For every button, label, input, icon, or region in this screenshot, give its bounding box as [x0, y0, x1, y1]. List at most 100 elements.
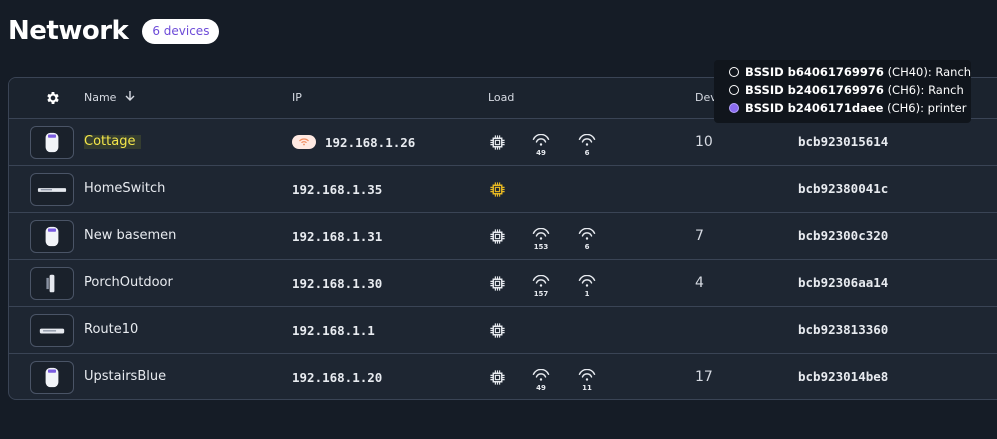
- cpu-chip-icon: [490, 323, 505, 338]
- wifi-radio-stat: 6: [575, 131, 599, 157]
- wifi-signal-icon: [578, 227, 596, 240]
- device-thumbnail: [30, 314, 74, 347]
- wifi-signal-icon: [532, 274, 550, 287]
- table-row[interactable]: PorchOutdoor 192.168.1.30 157 1 4 bcb92306aa1…: [9, 260, 997, 307]
- wifi-client-count: 6: [584, 243, 590, 251]
- ip-cell: 192.168.1.30: [292, 260, 382, 306]
- bssid-id: BSSID b24061769976: [745, 83, 884, 97]
- page-header: Network 6 devices: [8, 16, 220, 46]
- cpu-chip-icon: [490, 182, 505, 197]
- device-pro-ap-icon: [44, 226, 60, 247]
- mac-address: bcb92300c320: [798, 228, 889, 243]
- bssid-network-label: Ranch: [928, 83, 964, 97]
- gear-icon[interactable]: [45, 90, 61, 106]
- radio-button[interactable]: [729, 67, 739, 77]
- device-pro-ap-icon: [44, 132, 60, 153]
- mac-address: bcb923015614: [798, 134, 889, 149]
- device-count-badge: 6 devices: [142, 18, 220, 44]
- bssid-option[interactable]: BSSID b24061769976 (CH6): Ranch: [729, 81, 964, 99]
- connected-devices-count: 17: [695, 369, 713, 385]
- devices-table: Name IP Load Dev Cottage 192.168.1.26 49 6 1…: [8, 77, 997, 400]
- bssid-option[interactable]: BSSID b64061769976 (CH40): Ranch: [729, 63, 971, 81]
- table-row[interactable]: UpstairsBlue 192.168.1.20 49 11 17 bcb923014b…: [9, 354, 997, 399]
- connected-devices-count: 10: [695, 134, 713, 150]
- wifi-signal-icon: [578, 274, 596, 287]
- device-thumbnail: [30, 220, 74, 253]
- bssid-channel: (CH6):: [887, 101, 924, 115]
- wifi-signal-icon: [578, 368, 596, 381]
- bssid-network-label: Ranch: [935, 65, 972, 79]
- connected-devices-count: 4: [695, 275, 704, 291]
- wifi-client-count: 11: [582, 384, 592, 392]
- cpu-chip-icon: [490, 276, 505, 291]
- wifi-client-count: 157: [533, 290, 549, 298]
- device-thumbnail: [30, 267, 74, 300]
- device-switch-icon: [37, 186, 67, 194]
- ip-cell: 192.168.1.35: [292, 166, 382, 212]
- wifi-client-count: 49: [536, 384, 546, 392]
- table-row[interactable]: New basemen 192.168.1.31 153 6 7 bcb92300c320: [9, 213, 997, 260]
- bssid-option-label: BSSID b2406171daee (CH6): printer: [745, 101, 966, 115]
- device-thumbnail: [30, 173, 74, 206]
- arrow-down-icon: [125, 91, 135, 101]
- device-name-link[interactable]: PorchOutdoor: [84, 260, 173, 306]
- connected-devices-count: 7: [695, 228, 704, 244]
- device-name-link[interactable]: UpstairsBlue: [84, 354, 166, 399]
- ip-address: 192.168.1.1: [292, 322, 375, 338]
- wifi-signal-icon: [532, 133, 550, 146]
- device-thumbnail: [30, 361, 74, 394]
- wifi-connected-badge-icon: [292, 135, 316, 149]
- ip-cell: 192.168.1.26: [292, 119, 415, 165]
- ip-address: 192.168.1.35: [292, 181, 383, 197]
- ip-cell: 192.168.1.20: [292, 354, 383, 399]
- mac-address: bcb92306aa14: [798, 275, 889, 290]
- ip-cell: 192.168.1.1: [292, 307, 375, 353]
- wifi-signal-icon: [532, 227, 550, 240]
- wifi-radio-stat: 157: [529, 272, 553, 298]
- wifi-client-count: 49: [536, 149, 546, 157]
- device-name-link[interactable]: Cottage: [84, 135, 142, 149]
- radio-button[interactable]: [729, 85, 739, 95]
- device-pro-ap-icon: [44, 367, 60, 388]
- wifi-client-count: 1: [584, 290, 590, 298]
- wifi-client-count: 153: [533, 243, 549, 251]
- cpu-chip-icon: [490, 370, 505, 385]
- bssid-id: BSSID b64061769976: [745, 65, 884, 79]
- bssid-channel: (CH40):: [887, 65, 932, 79]
- bssid-option-label: BSSID b64061769976 (CH40): Ranch: [745, 65, 971, 79]
- column-header-ip[interactable]: IP: [292, 78, 302, 118]
- mac-address: bcb923813360: [798, 322, 889, 337]
- column-header-name-label: Name: [84, 91, 117, 104]
- mac-address: bcb923014be8: [798, 369, 889, 384]
- table-row[interactable]: Route10 192.168.1.1 bcb923813360: [9, 307, 997, 354]
- wifi-radio-stat: 11: [575, 366, 599, 392]
- wifi-radio-stat: 6: [575, 225, 599, 251]
- wifi-radio-stat: 49: [529, 131, 553, 157]
- ip-address: 192.168.1.26: [325, 134, 416, 150]
- mac-address: bcb92380041c: [798, 181, 889, 196]
- page-title: Network: [8, 16, 129, 46]
- column-header-name[interactable]: Name: [84, 78, 136, 118]
- cpu-chip-icon: [490, 229, 505, 244]
- table-row[interactable]: Cottage 192.168.1.26 49 6 10 bcb923015614: [9, 119, 997, 166]
- device-thumbnail: [30, 126, 74, 159]
- bssid-channel: (CH6):: [887, 83, 925, 97]
- table-row[interactable]: HomeSwitch 192.168.1.35 bcb92380041c: [9, 166, 997, 213]
- ip-address: 192.168.1.31: [292, 228, 383, 244]
- radio-button[interactable]: [729, 103, 739, 113]
- device-name-link[interactable]: Route10: [84, 307, 138, 353]
- device-name-link[interactable]: New basemen: [84, 213, 176, 259]
- device-outdoor-icon: [44, 273, 60, 294]
- bssid-option[interactable]: BSSID b2406171daee (CH6): printer: [729, 99, 966, 117]
- ip-address: 192.168.1.20: [292, 369, 383, 385]
- wifi-signal-icon: [578, 133, 596, 146]
- device-name-link[interactable]: HomeSwitch: [84, 166, 165, 212]
- wifi-signal-icon: [532, 368, 550, 381]
- column-header-load[interactable]: Load: [488, 78, 514, 118]
- wifi-radio-stat: 49: [529, 366, 553, 392]
- cpu-chip-icon: [490, 135, 505, 150]
- bssid-network-label: printer: [927, 101, 967, 115]
- bssid-selector-popup: BSSID b64061769976 (CH40): Ranch BSSID b2…: [714, 60, 971, 123]
- wifi-radio-stat: 153: [529, 225, 553, 251]
- bssid-id: BSSID b2406171daee: [745, 101, 884, 115]
